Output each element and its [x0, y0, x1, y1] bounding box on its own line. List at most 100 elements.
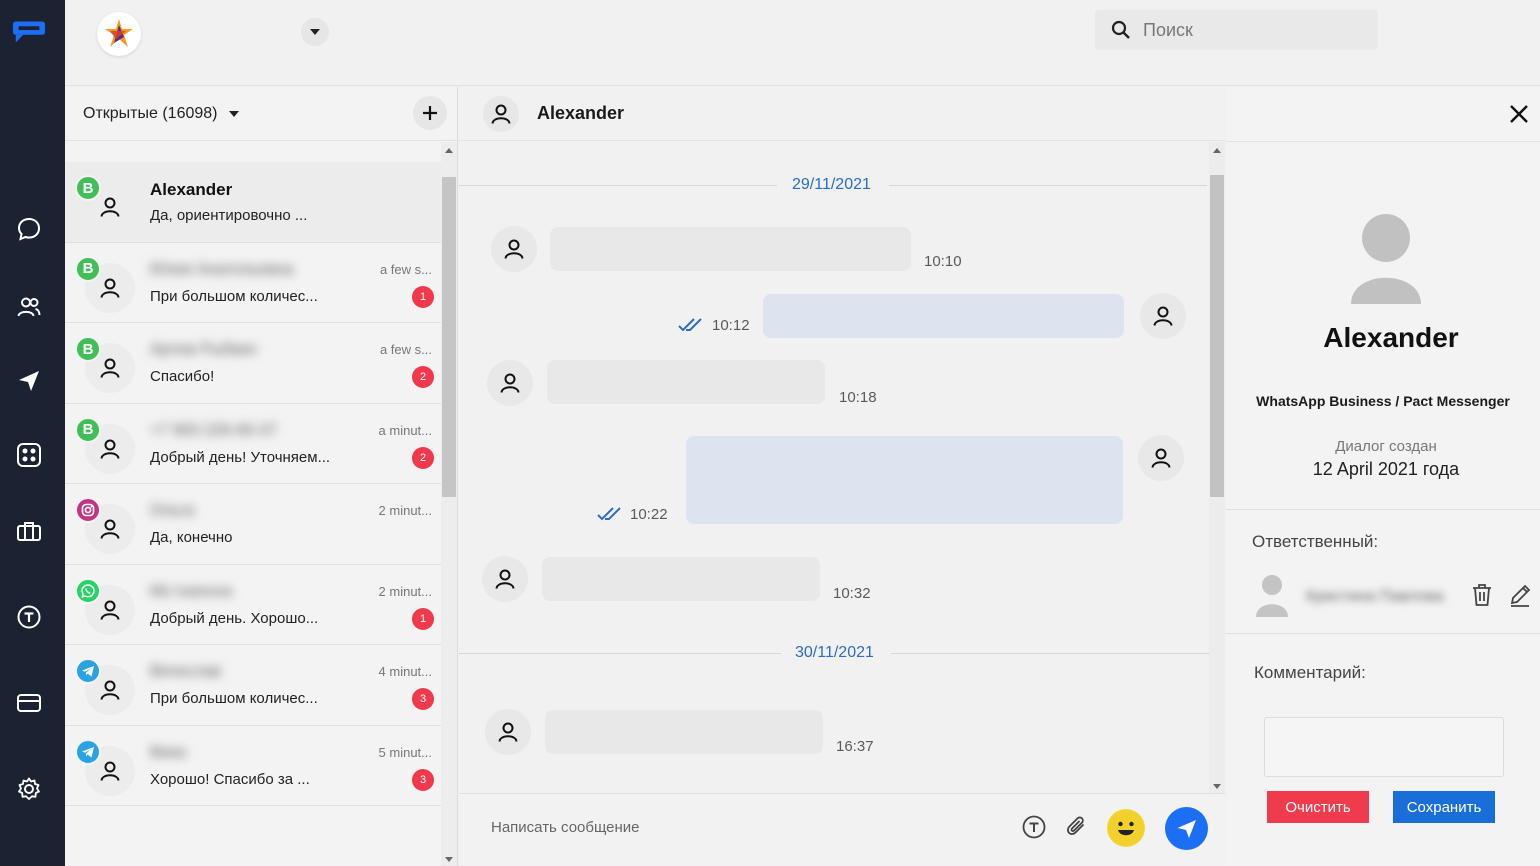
user-icon [100, 680, 120, 700]
whatsapp-business-icon: B [75, 416, 101, 443]
outgoing-message-bubble[interactable] [763, 294, 1124, 338]
scroll-down-arrow-icon[interactable] [1213, 784, 1221, 789]
incoming-message-bubble[interactable] [547, 360, 825, 404]
message-time: 10:10 [924, 253, 962, 270]
conversation-time: a minut... [378, 422, 432, 438]
profile-summary: Alexander WhatsApp Business / Pact Messe… [1226, 141, 1540, 510]
scroll-down-arrow-icon[interactable] [445, 857, 453, 862]
contacts-icon[interactable] [12, 290, 46, 324]
conversation-list-panel: Открытые (16098) B Alexander Да, ориентиро… [65, 87, 458, 866]
outgoing-message-bubble[interactable] [686, 436, 1123, 524]
conversation-preview: При большом количес... [150, 690, 318, 707]
template-icon[interactable] [12, 600, 46, 634]
user-icon [100, 358, 120, 378]
message-input[interactable] [491, 819, 991, 836]
conversation-time: 2 minut... [378, 503, 432, 518]
unread-count-badge: 1 [412, 285, 434, 308]
conversation-item[interactable]: Ольга Да, конечно 2 minut... [65, 484, 442, 565]
conversation-item[interactable]: B Alexander Да, ориентировочно ... [65, 162, 442, 243]
conversation-name: Ольга [150, 502, 195, 519]
conversation-item[interactable]: B Артем Рыбкин Спасибо! a few s... 2 [65, 323, 442, 404]
new-conversation-button[interactable] [413, 96, 447, 130]
incoming-message-bubble[interactable] [542, 557, 820, 601]
scroll-up-arrow-icon[interactable] [1213, 148, 1221, 153]
scrollbar-thumb[interactable] [442, 177, 456, 497]
conversation-item[interactable]: Вячеслав При большом количес... 4 minut...… [65, 645, 442, 726]
conversation-filter-dropdown[interactable]: Открытые (16098) [83, 105, 240, 123]
templates-button[interactable] [1019, 812, 1049, 842]
paperclip-icon [1067, 816, 1084, 835]
workspace-dropdown-button[interactable] [301, 18, 329, 46]
attach-button[interactable] [1062, 812, 1092, 842]
whatsapp-business-icon: B [75, 175, 101, 201]
apps-grid-icon[interactable] [12, 438, 46, 472]
conversation-name: +7 903 226-00-37 [150, 421, 277, 439]
dialog-created-label: Диалог создан [1335, 438, 1437, 455]
channel-badge-glyph: B [82, 421, 94, 438]
comment-textarea[interactable] [1264, 717, 1504, 777]
brand-logo-icon[interactable] [12, 14, 46, 48]
close-profile-button[interactable] [1508, 103, 1530, 125]
save-comment-button[interactable]: Сохранить [1393, 791, 1495, 823]
remove-responsible-button[interactable] [1470, 582, 1494, 608]
close-icon [1510, 105, 1528, 123]
conversation-name: Артем Рыбкин [150, 341, 257, 358]
conversation-preview: Добрый день. Хорошо... [150, 609, 319, 627]
settings-gear-icon[interactable] [12, 772, 46, 806]
unread-count-badge: 2 [412, 366, 434, 388]
pencil-icon [1510, 584, 1531, 607]
responsible-avatar-icon [1256, 575, 1288, 617]
conversation-item[interactable]: B Юлия Анатольевна При большом количес... a… [65, 242, 442, 323]
message-time: 10:18 [839, 389, 877, 406]
chat-contact-name[interactable]: Alexander [537, 103, 624, 124]
search-input[interactable] [1143, 19, 1343, 41]
double-check-icon [597, 507, 621, 521]
conversation-filter-label: Открытые (16098) [83, 104, 218, 122]
scrollbar-thumb[interactable] [1210, 175, 1224, 497]
whatsapp-business-icon: B [75, 336, 101, 362]
contact-avatar[interactable] [483, 95, 519, 132]
user-icon [100, 761, 120, 781]
chat-scrollbar[interactable] [1209, 142, 1225, 793]
agent-avatar [1140, 293, 1186, 339]
clear-comment-button[interactable]: Очистить [1267, 791, 1369, 823]
user-icon [495, 569, 515, 589]
channel-badge-glyph: B [82, 340, 94, 358]
conversation-item[interactable]: B +7 903 226-00-37 Добрый день! Уточняем..… [65, 403, 442, 484]
conversation-item[interactable]: Вика Хорошо! Спасибо за ... 5 minut... 3 [65, 725, 442, 806]
paper-plane-icon[interactable] [12, 364, 46, 398]
user-icon [500, 373, 520, 393]
conversation-name: Alexander [150, 180, 233, 199]
scroll-up-arrow-icon[interactable] [445, 148, 453, 153]
smiley-face-icon [1108, 810, 1144, 846]
conversation-item[interactable]: Ms Ivanova Добрый день. Хорошо... 2 minut.… [65, 564, 442, 645]
send-button[interactable] [1165, 807, 1208, 850]
conversation-name: Вячеслав [150, 663, 222, 680]
incoming-message-bubble[interactable] [550, 227, 911, 271]
conversation-list-header: Открытые (16098) [65, 87, 457, 141]
comment-label: Комментарий: [1254, 663, 1366, 682]
billing-card-icon[interactable] [12, 686, 46, 720]
emoji-button[interactable] [1107, 809, 1145, 847]
caret-down-icon [228, 110, 239, 117]
message-time: 10:32 [833, 585, 871, 602]
user-icon [100, 278, 120, 298]
briefcase-icon[interactable] [12, 514, 46, 548]
user-icon [498, 722, 518, 742]
conversation-list-scrollbar[interactable] [441, 142, 457, 866]
chat-panel: Alexander 29/11/2021 10:10 10:12 10:18 1… [459, 87, 1225, 866]
sender-avatar [487, 360, 533, 406]
chevron-down-icon [310, 29, 320, 35]
paper-plane-icon [1177, 819, 1196, 838]
incoming-message-bubble[interactable] [545, 710, 823, 754]
user-icon [491, 104, 511, 124]
profile-channel: WhatsApp Business / Pact Messenger [1256, 393, 1510, 409]
edit-responsible-button[interactable] [1508, 582, 1532, 608]
dialog-created-date: 12 April 2021 года [1312, 459, 1460, 479]
profile-name: Alexander [1323, 322, 1459, 353]
channel-badge-glyph: B [82, 179, 94, 197]
search-bar[interactable] [1095, 10, 1378, 50]
workspace-logo[interactable] [97, 12, 141, 56]
chat-bubble-icon[interactable] [12, 212, 46, 246]
plus-icon [423, 106, 437, 120]
